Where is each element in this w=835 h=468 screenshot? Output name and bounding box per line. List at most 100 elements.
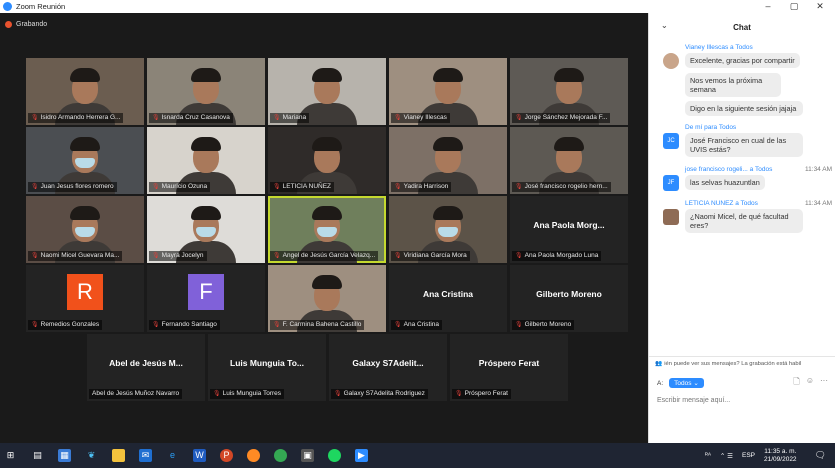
video-tile[interactable]: Ana Cristina 🎙 Ana Cristina [389, 265, 507, 332]
participant-hair [312, 68, 342, 82]
task-view-icon[interactable]: ▤ [31, 449, 44, 462]
participant-name: Yadira Harrison [403, 183, 449, 190]
more-icon[interactable]: ··· [820, 376, 828, 390]
taskbar: ⊞ ▤ ▦ ❦ ✉ e W P ▣ ▶ ᴿᴬ ⌃ ☰ ESP 11:35 a. … [0, 443, 835, 468]
chevron-down-icon[interactable]: ⌄ [661, 21, 668, 30]
participant-name: Mauricio Ozuna [161, 183, 208, 190]
title-bar: Zoom Reunión – ▢ ✕ [0, 0, 835, 13]
notification-icon[interactable]: 🗨 [815, 450, 826, 461]
muted-mic-icon: 🎙 [31, 322, 39, 328]
edge-blue-icon[interactable]: e [166, 449, 179, 462]
participant-name: LETICIA NUÑEZ [282, 183, 332, 190]
participant-name-label: 🎙 Vianey Illescas [391, 113, 450, 123]
participant-hair [554, 137, 584, 151]
video-tile[interactable]: 🎙 Mauricio Ozuna [147, 127, 265, 194]
chat-bubble: ¿Naomi Micel, de qué facultad eres? [685, 209, 803, 233]
zoom-logo-icon [3, 2, 12, 11]
face-mask [75, 227, 95, 237]
emoji-icon[interactable]: ☺ [806, 376, 814, 390]
avatar [663, 209, 679, 225]
video-tile[interactable]: 🎙 LETICIA NUÑEZ [268, 127, 386, 194]
video-tile[interactable]: F 🎙 Fernando Santiago [147, 265, 265, 332]
participant-name-label: 🎙 Yadira Harrison [391, 182, 452, 192]
participant-avatar: R [67, 274, 103, 310]
chat-bubble: José Francisco en cual de las UVIS estás… [685, 133, 803, 157]
video-tile[interactable]: 🎙 Isidro Armando Herrera G... [26, 58, 144, 125]
video-tile[interactable]: Luis Munguia To... 🎙 Luis Munguia Torres [208, 334, 326, 401]
app-icon[interactable]: ▣ [301, 449, 314, 462]
video-tile[interactable]: Próspero Ferat 🎙 Próspero Ferat [450, 334, 568, 401]
muted-mic-icon: 🎙 [273, 322, 281, 328]
participant-name: Mariana [282, 114, 307, 121]
participant-name: Gilberto Moreno [524, 321, 572, 328]
word-icon[interactable]: W [193, 449, 206, 462]
avatar: JF [663, 175, 679, 191]
start-icon[interactable]: ⊞ [4, 449, 17, 462]
video-tile[interactable]: 🎙 Jorge Sánchez Mejorada F... [510, 58, 628, 125]
video-tile[interactable]: 🎙 Mayra Jocelyn [147, 196, 265, 263]
video-tile[interactable]: 🎙 Isnarda Cruz Casanova [147, 58, 265, 125]
participant-name: Isnarda Cruz Casanova [161, 114, 230, 121]
participant-display-name: Ana Cristina [422, 289, 474, 299]
chat-header: ⌄ Chat [649, 13, 835, 41]
files-icon[interactable] [112, 449, 125, 462]
muted-mic-icon: 🎙 [334, 391, 342, 397]
video-tile[interactable]: Gilberto Moreno 🎙 Gilberto Moreno [510, 265, 628, 332]
video-tile[interactable]: 🎙 José francisco rogelio hern... [510, 127, 628, 194]
message-sender: LETICIA NUÑEZ a Todos 11:34 AM [685, 200, 832, 207]
message-sender: jose francisco rogeli... a Todos 11:34 AM [685, 166, 832, 173]
recipient-dropdown[interactable]: Todos ⌄ [669, 378, 704, 388]
language-indicator[interactable]: ESP [742, 452, 755, 459]
mail-icon[interactable]: ✉ [139, 449, 152, 462]
powerpoint-icon[interactable]: P [220, 449, 233, 462]
participant-name: Naomi Micel Guevara Ma... [40, 252, 120, 259]
video-tile[interactable]: Abel de Jesús M... Abel de Jesús Muñoz Na… [87, 334, 205, 401]
network-icon[interactable]: ⌃ ☰ [720, 452, 733, 460]
maximize-button[interactable]: ▢ [781, 0, 807, 13]
video-tile[interactable]: Ana Paola Morg... 🎙 Ana Paola Morgado Luna [510, 196, 628, 263]
minimize-button[interactable]: – [755, 0, 781, 13]
participant-name-label: Abel de Jesús Muñoz Navarro [89, 389, 183, 399]
participant-avatar: F [188, 274, 224, 310]
video-tile[interactable]: 🎙 Mariana [268, 58, 386, 125]
participant-name: Vianey Illescas [403, 114, 447, 121]
spotify-icon[interactable] [328, 449, 341, 462]
participant-name-label: 🎙 Mauricio Ozuna [149, 182, 211, 192]
firefox-icon[interactable] [247, 449, 260, 462]
chat-input[interactable]: Escribir mensaje aquí... [649, 390, 835, 404]
video-tile[interactable]: 🎙 Naomi Micel Guevara Ma... [26, 196, 144, 263]
muted-mic-icon: 🎙 [515, 253, 523, 259]
participant-name: José francisco rogelio hern... [524, 183, 608, 190]
file-icon[interactable]: 🗋 [793, 376, 799, 390]
video-tile[interactable]: 🎙 Viridiana García Mora [389, 196, 507, 263]
chat-bubble: Excelente, gracias por compartir [685, 53, 800, 68]
participant-hair [433, 206, 463, 220]
message-sender: Vianey Illescas a Todos [685, 44, 753, 51]
video-tile[interactable]: 🎙 Juan Jesus flores romero [26, 127, 144, 194]
edge-icon[interactable]: ❦ [85, 449, 98, 462]
face-mask [317, 227, 337, 237]
participant-display-name: Gilberto Moreno [536, 289, 602, 299]
clock[interactable]: 11:35 a. m. 21/09/2022 [764, 448, 806, 464]
participant-display-name: Abel de Jesús M... [109, 358, 183, 368]
close-button[interactable]: ✕ [807, 0, 833, 13]
widgets-icon[interactable]: ▦ [58, 449, 71, 462]
zoom-icon[interactable]: ▶ [355, 449, 368, 462]
muted-mic-icon: 🎙 [31, 184, 39, 190]
person-icon[interactable]: ᴿᴬ [705, 452, 711, 459]
video-tile[interactable]: 🎙 F. Carmina Bahena Castillo [268, 265, 386, 332]
recording-dot-icon [5, 21, 12, 28]
people-icon: 👥 [655, 361, 663, 367]
participant-hair [70, 206, 100, 220]
face-mask [196, 227, 216, 237]
participant-name-label: 🎙 Ana Paola Morgado Luna [512, 251, 602, 261]
chrome-icon[interactable] [274, 449, 287, 462]
video-tile[interactable]: R 🎙 Remedios Gonzales [26, 265, 144, 332]
muted-mic-icon: 🎙 [152, 115, 160, 121]
video-tile[interactable]: 🎙 Yadira Harrison [389, 127, 507, 194]
video-tile[interactable]: 🎙 Vianey Illescas [389, 58, 507, 125]
participant-name-label: 🎙 Isnarda Cruz Casanova [149, 113, 233, 123]
participant-hair [312, 275, 342, 289]
video-tile[interactable]: Galaxy S7Adelit... 🎙 Galaxy S7Adelita Rodr… [329, 334, 447, 401]
video-tile[interactable]: 🎙 Angel de Jesús García Velazq... [268, 196, 386, 263]
